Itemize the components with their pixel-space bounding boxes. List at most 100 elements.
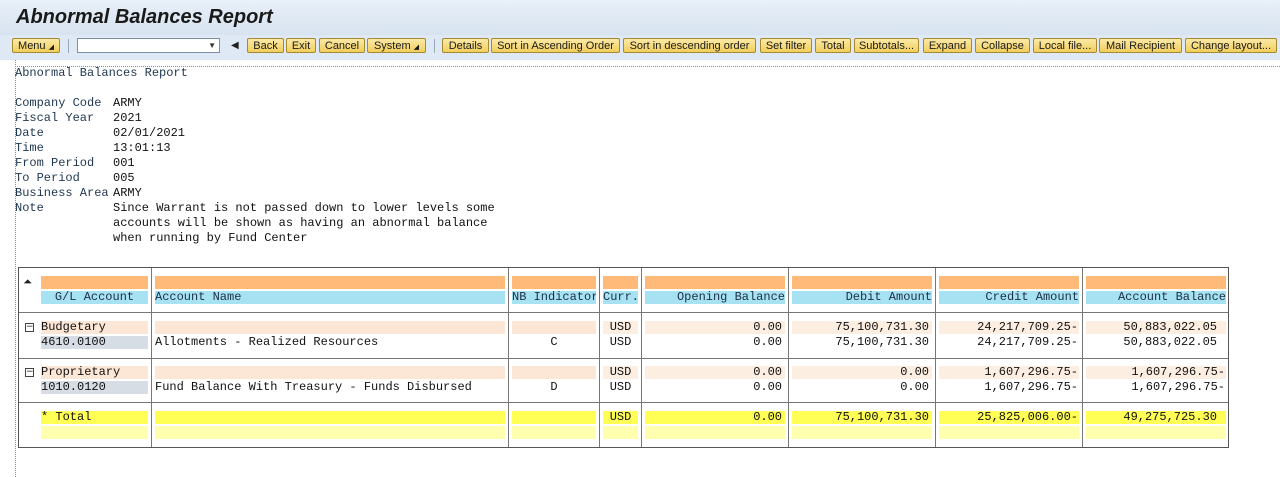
total-currency: USD [603, 411, 638, 424]
change-layout-button[interactable]: Change layout... [1185, 38, 1277, 53]
chevron-down-icon[interactable]: ▼ [208, 39, 216, 53]
total-subrow [645, 426, 785, 439]
credit-amount-cell: 24,217,709.25- [977, 336, 1078, 349]
time-value: 13:01:13 [113, 141, 171, 155]
report-heading: Abnormal Balances Report [15, 66, 188, 80]
total-subrow [41, 426, 148, 439]
header-bar [939, 276, 1079, 289]
divider [15, 66, 1280, 67]
date-value: 02/01/2021 [113, 126, 186, 140]
account-balance-cell: 50,883,022.05 [1123, 336, 1217, 349]
mail-recipient-button[interactable]: Mail Recipient [1099, 38, 1182, 53]
row-separator [19, 402, 1228, 403]
details-button[interactable]: Details [442, 38, 489, 53]
gl-account-cell[interactable]: 4610.0100 [41, 336, 148, 349]
credit-amount-cell: 1,607,296.75- [984, 381, 1078, 394]
expand-button[interactable]: Expand [923, 38, 972, 53]
column-header-account-name[interactable]: Account Name [155, 291, 505, 304]
collapse-button[interactable]: Collapse [975, 38, 1030, 53]
column-header-credit-amount[interactable]: Credit Amount [939, 291, 1079, 304]
group-currency: USD [603, 366, 638, 379]
company-code-label: Company Code [15, 96, 102, 110]
group-credit-amount: 24,217,709.25- [939, 321, 1079, 334]
collapse-arrow-icon[interactable]: ◀ [231, 40, 239, 51]
total-account-balance: 49,275,725.30 [1086, 411, 1226, 424]
group-opening-balance: 0.00 [645, 366, 785, 379]
command-field[interactable]: ▼ [77, 38, 220, 53]
window-title: Abnormal Balances Report [16, 6, 273, 28]
header-bar [792, 276, 932, 289]
group-label-proprietary: Proprietary [41, 366, 148, 379]
sort-ascending-button[interactable]: Sort in Ascending Order [491, 38, 620, 53]
column-header-debit-amount[interactable]: Debit Amount [792, 291, 932, 304]
column-header-account-balance[interactable]: Account Balance [1086, 291, 1226, 304]
subtotals-button[interactable]: Subtotals... [854, 38, 919, 53]
system-dropdown-icon: ◢ [413, 44, 420, 51]
opening-balance-cell: 0.00 [753, 336, 782, 349]
back-button[interactable]: Back [247, 38, 284, 53]
set-filter-button[interactable]: Set filter [760, 38, 812, 53]
system-button[interactable]: System ◢ [367, 38, 426, 53]
business-area-value: ARMY [113, 186, 142, 200]
collapse-group-icon[interactable]: − [25, 323, 34, 332]
fiscal-year-label: Fiscal Year [15, 111, 95, 125]
total-label: * Total [41, 411, 148, 424]
row-separator [19, 358, 1228, 359]
group-cell [155, 321, 505, 334]
collapse-all-icon[interactable]: ⏶ [23, 276, 32, 287]
total-credit-amount: 25,825,006.00- [939, 411, 1079, 424]
menu-label: Menu [18, 40, 46, 52]
currency-cell: USD [609, 381, 632, 394]
note-line: accounts will be shown as having an abno… [113, 216, 488, 230]
menu-dropdown-icon: ◢ [48, 44, 54, 51]
group-account-balance: 50,883,022.05 [1086, 321, 1226, 334]
time-label: Time [15, 141, 44, 155]
account-balance-cell: 1,607,296.75- [1131, 381, 1225, 394]
toolbar-separator [434, 39, 435, 53]
header-bar [1086, 276, 1226, 289]
column-header-opening-balance[interactable]: Opening Balance [645, 291, 785, 304]
column-header-nb-indicator[interactable]: NB Indicator [512, 291, 596, 304]
header-bar [41, 276, 148, 289]
group-currency: USD [603, 321, 638, 334]
total-subrow [792, 426, 932, 439]
group-debit-amount: 75,100,731.30 [792, 321, 932, 334]
header-bar [512, 276, 596, 289]
total-subrow [155, 426, 505, 439]
local-file-button[interactable]: Local file... [1033, 38, 1097, 53]
column-header-gl-account[interactable]: G/L Account [41, 291, 148, 304]
note-line: when running by Fund Center [113, 231, 308, 245]
column-header-currency[interactable]: Curr. [603, 291, 638, 304]
note-line: Since Warrant is not passed down to lowe… [113, 201, 495, 215]
total-subrow [512, 426, 596, 439]
sort-descending-button[interactable]: Sort in descending order [623, 38, 756, 53]
gl-account-cell[interactable]: 1010.0120 [41, 381, 148, 394]
title-bar: Abnormal Balances Report [0, 0, 1280, 35]
debit-amount-cell: 75,100,731.30 [835, 336, 929, 349]
group-cell [512, 321, 596, 334]
menu-button[interactable]: Menu ◢ [12, 38, 60, 53]
row-separator [19, 312, 1228, 313]
date-label: Date [15, 126, 44, 140]
total-button[interactable]: Total [815, 38, 851, 53]
from-period-value: 001 [113, 156, 135, 170]
total-subrow [1086, 426, 1226, 439]
group-label-budgetary: Budgetary [41, 321, 148, 334]
cancel-button[interactable]: Cancel [319, 38, 365, 53]
company-code-value: ARMY [113, 96, 142, 110]
to-period-value: 005 [113, 171, 135, 185]
header-bar [603, 276, 638, 289]
account-name-cell: Allotments - Realized Resources [155, 336, 379, 349]
total-cell [512, 411, 596, 424]
group-debit-amount: 0.00 [792, 366, 932, 379]
note-label: Note [15, 201, 44, 215]
fiscal-year-value: 2021 [113, 111, 142, 125]
exit-button[interactable]: Exit [286, 38, 316, 53]
group-cell [512, 366, 596, 379]
opening-balance-cell: 0.00 [753, 381, 782, 394]
total-subrow [603, 426, 638, 439]
collapse-group-icon[interactable]: − [25, 368, 34, 377]
nb-indicator-cell: C [550, 336, 558, 349]
group-opening-balance: 0.00 [645, 321, 785, 334]
total-opening-balance: 0.00 [645, 411, 785, 424]
